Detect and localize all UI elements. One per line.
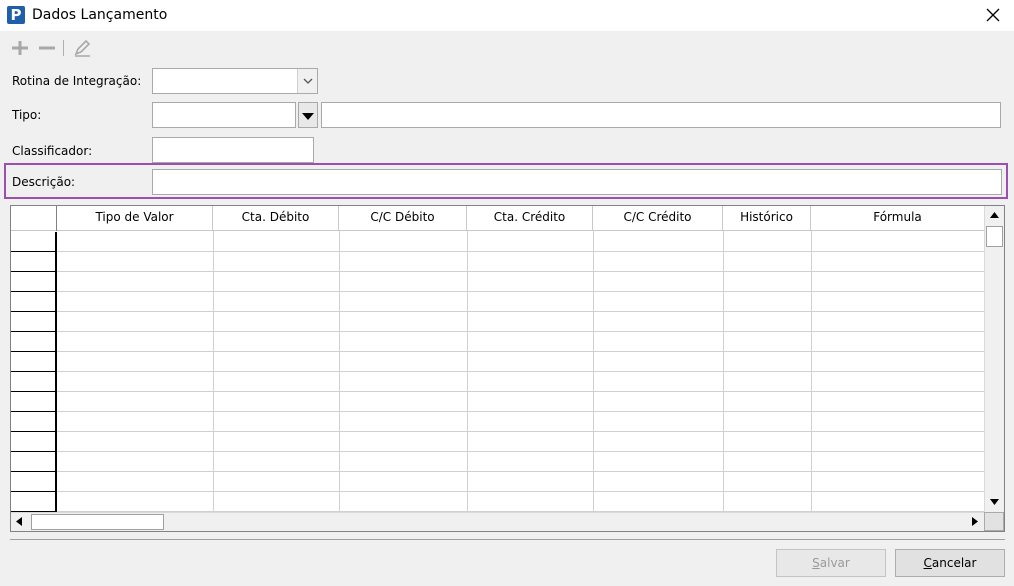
row-indicator[interactable] — [11, 472, 57, 492]
row-indicator[interactable] — [11, 232, 57, 252]
toolbar-separator — [63, 40, 64, 56]
row-indicator[interactable] — [11, 332, 57, 352]
table-row[interactable] — [11, 392, 984, 412]
title-bar: P Dados Lançamento — [0, 0, 1014, 31]
scroll-up-icon[interactable] — [985, 206, 1004, 224]
app-icon: P — [7, 6, 25, 24]
row-indicator[interactable] — [11, 372, 57, 392]
close-icon[interactable] — [982, 4, 1004, 26]
classificador-field[interactable] — [152, 137, 314, 163]
scroll-right-icon[interactable] — [965, 513, 983, 531]
rotina-select[interactable] — [152, 68, 318, 94]
row-indicator[interactable] — [11, 292, 57, 312]
tipo-dropdown-button[interactable] — [298, 102, 318, 128]
row-indicator[interactable] — [11, 492, 57, 512]
pencil-icon[interactable] — [72, 39, 92, 57]
table-row[interactable] — [11, 432, 984, 452]
salvar-label: alvar — [819, 556, 850, 570]
horizontal-scroll-thumb[interactable] — [31, 514, 164, 530]
vertical-scrollbar[interactable] — [984, 206, 1004, 512]
column-divider — [339, 231, 340, 511]
window-title: Dados Lançamento — [32, 7, 168, 23]
lancamento-grid[interactable]: Tipo de Valor Cta. Débito C/C Débito Cta… — [10, 205, 1005, 532]
descricao-label: Descrição: — [12, 175, 76, 189]
table-row[interactable] — [11, 232, 984, 252]
column-header[interactable]: Cta. Débito — [213, 206, 339, 231]
salvar-accesskey: S — [812, 556, 820, 570]
column-header[interactable]: C/C Débito — [339, 206, 467, 231]
cancelar-button[interactable]: Cancelar — [895, 549, 1005, 577]
table-row[interactable] — [11, 412, 984, 432]
horizontal-scrollbar[interactable] — [11, 512, 984, 531]
cancelar-label: ancelar — [931, 556, 977, 570]
row-indicator[interactable] — [11, 452, 57, 472]
salvar-button[interactable]: Salvar — [776, 549, 886, 577]
column-divider — [811, 231, 812, 511]
chevron-down-icon[interactable] — [297, 69, 317, 93]
column-header[interactable]: Fórmula — [811, 206, 984, 231]
table-row[interactable] — [11, 492, 984, 512]
scrollbar-corner — [984, 512, 1004, 531]
scroll-down-icon[interactable] — [985, 493, 1004, 511]
row-indicator[interactable] — [11, 352, 57, 372]
table-row[interactable] — [11, 332, 984, 352]
table-row[interactable] — [11, 292, 984, 312]
scroll-left-icon[interactable] — [11, 513, 29, 531]
header-row-indicator — [11, 206, 57, 231]
classificador-label: Classificador: — [12, 144, 93, 158]
table-row[interactable] — [11, 252, 984, 272]
rotina-label: Rotina de Integração: — [12, 74, 142, 88]
table-row[interactable] — [11, 272, 984, 292]
tipo-description-field[interactable] — [321, 102, 1001, 128]
column-header[interactable]: Cta. Crédito — [467, 206, 593, 231]
table-row[interactable] — [11, 372, 984, 392]
table-row[interactable] — [11, 312, 984, 332]
footer-separator — [10, 539, 1005, 540]
cancelar-accesskey: C — [923, 556, 932, 570]
column-divider — [723, 231, 724, 511]
column-header[interactable]: C/C Crédito — [593, 206, 723, 231]
row-indicator[interactable] — [11, 432, 57, 452]
row-indicator[interactable] — [11, 252, 57, 272]
toolbar — [0, 31, 1014, 65]
minus-icon[interactable] — [37, 39, 57, 57]
row-indicator[interactable] — [11, 412, 57, 432]
vertical-scroll-thumb[interactable] — [986, 226, 1003, 247]
table-row[interactable] — [11, 352, 984, 372]
column-divider — [467, 231, 468, 511]
row-indicator[interactable] — [11, 272, 57, 292]
column-divider — [213, 231, 214, 511]
column-header[interactable]: Tipo de Valor — [57, 206, 213, 231]
row-indicator[interactable] — [11, 392, 57, 412]
plus-icon[interactable] — [10, 39, 30, 57]
tipo-code-field[interactable] — [152, 102, 296, 128]
column-divider — [593, 231, 594, 511]
column-header[interactable]: Histórico — [723, 206, 811, 231]
descricao-field[interactable] — [152, 169, 1002, 195]
row-indicator[interactable] — [11, 312, 57, 332]
table-row[interactable] — [11, 452, 984, 472]
grid-header: Tipo de Valor Cta. Débito C/C Débito Cta… — [11, 206, 984, 231]
tipo-label: Tipo: — [12, 108, 42, 122]
table-row[interactable] — [11, 472, 984, 492]
